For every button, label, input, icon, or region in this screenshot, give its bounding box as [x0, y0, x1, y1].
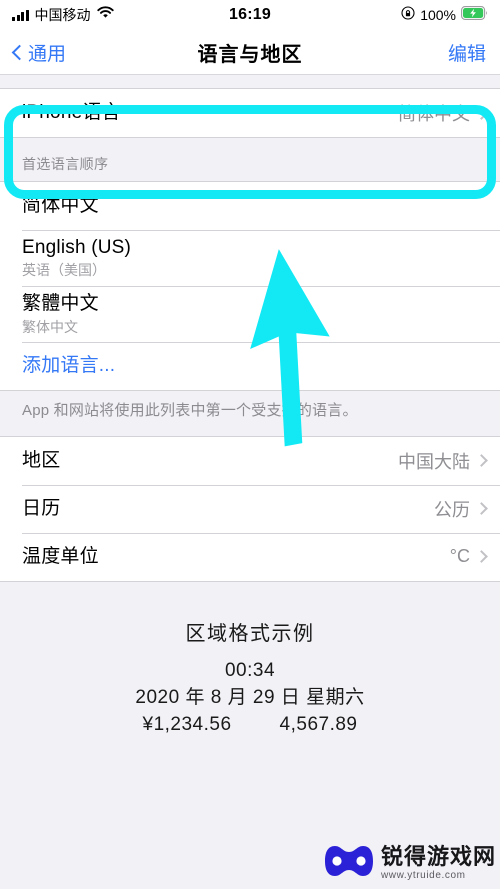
chevron-right-icon: [475, 454, 488, 468]
rotation-lock-icon: [401, 5, 415, 25]
row-iphone-language-title: iPhone语言: [22, 101, 121, 123]
iphone-settings-screen: 中国移动 16:19 100% 通用 语言与地区 编辑 iPhone语言 简体中…: [0, 0, 500, 889]
row-region-value: 中国大陆: [398, 451, 470, 472]
signal-bars-icon: [12, 9, 29, 21]
region-format-currency: ¥1,234.56: [142, 713, 232, 735]
add-language-labels: 添加语言...: [22, 348, 486, 384]
chevron-right-icon: [475, 106, 488, 120]
spacer-above-language-group: [0, 75, 500, 88]
navigation-bar: 通用 语言与地区 编辑: [0, 30, 500, 75]
row-calendar-title: 日历: [22, 497, 61, 519]
watermark: 锐得游戏网 www.ytruide.com: [324, 844, 496, 883]
status-bar: 中国移动 16:19 100%: [0, 0, 500, 30]
row-region-labels: 地区: [22, 443, 398, 479]
battery-percent-label: 100%: [420, 7, 456, 23]
row-region[interactable]: 地区 中国大陆: [0, 436, 500, 485]
preferred-languages-footer: App 和网站将使用此列表中第一个受支持的语言。: [0, 391, 500, 436]
list-item[interactable]: English (US) 英语（美国）: [0, 230, 500, 287]
list-item[interactable]: 简体中文: [0, 182, 500, 230]
row-region-title: 地区: [22, 449, 61, 471]
language-labels: 繁體中文 繁体中文: [22, 286, 486, 342]
language-subtitle: 繁体中文: [22, 318, 78, 335]
back-button-label: 通用: [28, 43, 67, 65]
edit-button[interactable]: 编辑: [250, 39, 486, 66]
chevron-right-icon: [475, 502, 488, 516]
row-calendar-labels: 日历: [22, 491, 434, 527]
add-language-label: 添加语言...: [22, 355, 116, 377]
region-format-number: 4,567.89: [279, 713, 358, 735]
row-temperature-unit-title: 温度单位: [22, 545, 99, 567]
preferred-languages-header: 首选语言顺序: [0, 138, 500, 181]
preferred-languages-group: 简体中文 English (US) 英语（美国） 繁體中文 繁体中文 添加语言.…: [0, 181, 500, 392]
region-format-time: 00:34: [224, 659, 276, 681]
region-settings-group: 地区 中国大陆 日历 公历 温度单位 °C: [0, 435, 500, 582]
language-labels: 简体中文: [22, 188, 486, 224]
iphone-language-group: iPhone语言 简体中文: [0, 88, 500, 138]
watermark-name: 锐得游戏网: [380, 844, 496, 869]
language-title: 繁體中文: [22, 293, 99, 315]
battery-charging-icon: [461, 5, 488, 25]
row-calendar-value: 公历: [434, 499, 470, 520]
gamepad-logo-icon: [324, 844, 374, 883]
watermark-url: www.ytruide.com: [380, 870, 466, 881]
row-iphone-language[interactable]: iPhone语言 简体中文: [0, 89, 500, 137]
list-item[interactable]: 繁體中文 繁体中文: [0, 286, 500, 343]
language-title: English (US): [22, 237, 132, 258]
back-button[interactable]: 通用: [11, 39, 250, 66]
region-format-title: 区域格式示例: [185, 622, 315, 645]
wifi-icon: [96, 6, 114, 24]
carrier-label: 中国移动: [34, 7, 91, 23]
region-format-date: 2020 年 8 月 29 日 星期六: [135, 686, 365, 708]
region-format-example: 区域格式示例 00:34 2020 年 8 月 29 日 星期六 ¥1,234.…: [0, 581, 500, 739]
chevron-left-icon: [11, 44, 28, 60]
row-temperature-unit[interactable]: 温度单位 °C: [0, 532, 500, 581]
language-labels: English (US) 英语（美国）: [22, 230, 486, 286]
region-format-numbers: ¥1,234.56 4,567.89: [0, 712, 500, 739]
chevron-right-icon: [475, 550, 488, 564]
status-bar-right: 100%: [250, 5, 488, 25]
add-language-button[interactable]: 添加语言...: [0, 342, 500, 391]
row-calendar[interactable]: 日历 公历: [0, 484, 500, 533]
language-subtitle: 英语（美国）: [22, 262, 106, 279]
language-title: 简体中文: [22, 194, 99, 216]
watermark-texts: 锐得游戏网 www.ytruide.com: [381, 846, 496, 881]
row-temperature-unit-labels: 温度单位: [22, 539, 450, 575]
row-temperature-unit-value: °C: [449, 546, 470, 567]
row-iphone-language-value: 简体中文: [398, 104, 470, 124]
status-bar-left: 中国移动: [12, 5, 250, 25]
row-iphone-language-labels: iPhone语言: [22, 95, 398, 131]
